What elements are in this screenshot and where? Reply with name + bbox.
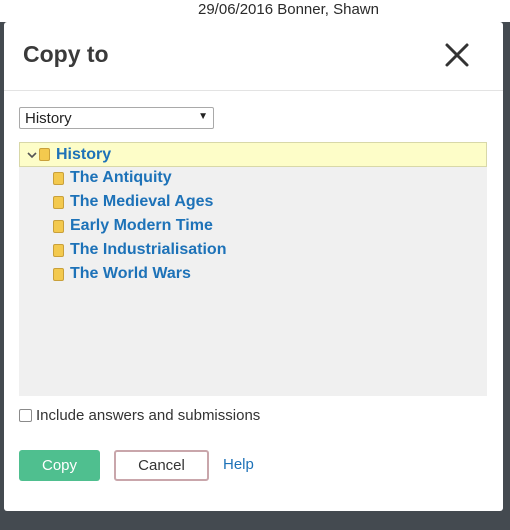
copy-button[interactable]: Copy <box>19 450 100 481</box>
close-icon[interactable] <box>442 40 472 70</box>
dropdown-arrow-icon: ▼ <box>198 111 208 122</box>
tree-item-label[interactable]: The World Wars <box>70 265 191 283</box>
folder-tree: History The Antiquity The Medieval Ages … <box>19 142 487 396</box>
tree-item-early-modern-time[interactable]: Early Modern Time <box>53 215 213 237</box>
folder-icon <box>39 148 50 161</box>
folder-icon <box>53 267 64 281</box>
chevron-down-icon[interactable] <box>27 146 39 164</box>
folder-icon <box>53 219 64 233</box>
tree-item-label[interactable]: The Antiquity <box>70 169 172 187</box>
include-answers-option: Include answers and submissions <box>19 407 260 424</box>
tree-item-the-medieval-ages[interactable]: The Medieval Ages <box>53 191 213 213</box>
include-answers-label[interactable]: Include answers and submissions <box>36 407 260 424</box>
folder-icon <box>53 171 64 185</box>
tree-item-the-industrialisation[interactable]: The Industrialisation <box>53 239 226 261</box>
folder-icon <box>53 243 64 257</box>
copy-to-dialog: Copy to History ▼ History The Antiquity … <box>4 22 503 511</box>
tree-item-label[interactable]: Early Modern Time <box>70 217 213 235</box>
folder-icon <box>53 195 64 209</box>
dialog-header: Copy to <box>4 22 503 91</box>
tree-item-label[interactable]: The Medieval Ages <box>70 193 213 211</box>
folder-select-value: History <box>25 110 72 127</box>
tree-item-the-world-wars[interactable]: The World Wars <box>53 263 191 285</box>
help-link[interactable]: Help <box>223 456 254 473</box>
background-list-row: 29/06/2016 Bonner, Shawn <box>0 0 510 22</box>
dialog-title: Copy to <box>23 41 109 67</box>
tree-item-label[interactable]: History <box>56 146 111 164</box>
include-answers-checkbox[interactable] <box>19 409 32 422</box>
cancel-button[interactable]: Cancel <box>114 450 209 481</box>
folder-select[interactable]: History ▼ <box>19 107 214 129</box>
background-row-text: 29/06/2016 Bonner, Shawn <box>198 1 379 18</box>
tree-item-label[interactable]: The Industrialisation <box>70 241 226 259</box>
tree-item-the-antiquity[interactable]: The Antiquity <box>53 167 172 189</box>
tree-item-history[interactable]: History <box>19 142 487 167</box>
